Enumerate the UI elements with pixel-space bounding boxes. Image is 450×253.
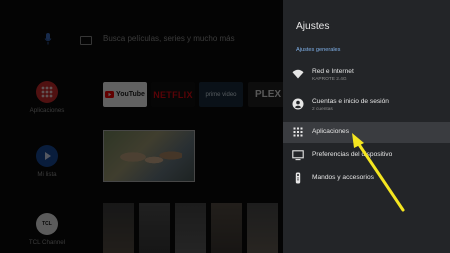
sidebar-label: Aplicaciones	[29, 107, 65, 114]
poster-thumbnail[interactable]	[247, 203, 278, 253]
poster-thumbnail[interactable]	[139, 203, 170, 253]
sidebar-item-tcl-channel[interactable]: TCL TCL Channel	[29, 213, 65, 246]
app-label: prime video	[205, 91, 237, 98]
settings-item-label: Cuentas e inicio de sesión	[312, 98, 389, 105]
featured-thumbnail[interactable]	[103, 130, 195, 182]
apps-grid-icon	[293, 127, 303, 137]
youtube-tile[interactable]: YouTube	[103, 82, 147, 107]
settings-item-accounts[interactable]: Cuentas e inicio de sesión 2 cuentas	[283, 94, 450, 115]
sidebar-item-apps[interactable]: Aplicaciones	[30, 81, 64, 114]
settings-item-network[interactable]: Red e Internet KAPROTE 2.4G	[283, 64, 450, 85]
poster-thumbnail[interactable]	[175, 203, 206, 253]
app-label: PLEX	[254, 89, 282, 100]
account-icon	[292, 98, 304, 110]
poster-thumbnail[interactable]	[103, 203, 134, 253]
settings-item-device-preferences[interactable]: Preferencias del dispositivo	[283, 145, 450, 166]
settings-item-label: Preferencias del dispositivo	[312, 151, 393, 158]
settings-item-label: Mandos y accesorios	[312, 174, 374, 181]
add-to-list-icon	[36, 145, 58, 167]
settings-panel: Ajustes Ajustes generales Red e Internet…	[283, 0, 450, 253]
remote-icon	[295, 172, 301, 184]
settings-item-remotes-accessories[interactable]: Mandos y accesorios	[283, 168, 450, 189]
tcl-channel-icon: TCL	[36, 213, 58, 235]
home-screen: Busca películas, series y mucho más Apli…	[0, 0, 283, 253]
section-title: Ajustes generales	[296, 47, 341, 53]
settings-item-sublabel: KAPROTE 2.4G	[312, 77, 347, 82]
youtube-icon	[105, 91, 115, 98]
poster-thumbnail[interactable]	[211, 203, 242, 253]
settings-item-label: Aplicaciones	[312, 128, 350, 135]
settings-item-sublabel: 2 cuentas	[312, 107, 333, 112]
microphone-icon[interactable]	[44, 33, 52, 45]
settings-item-apps[interactable]: Aplicaciones	[283, 122, 450, 143]
prime-video-tile[interactable]: prime video	[199, 82, 243, 107]
settings-item-label: Red e Internet	[312, 68, 354, 75]
netflix-tile[interactable]: NETFLIX	[151, 82, 195, 107]
wifi-icon	[292, 69, 304, 79]
sidebar-label: Mi lista	[37, 171, 57, 178]
tv-icon	[292, 150, 304, 161]
plex-tile[interactable]: PLEX	[248, 82, 283, 107]
app-label: NETFLIX	[153, 89, 193, 100]
apps-grid-icon	[36, 81, 58, 103]
panel-title: Ajustes	[296, 21, 330, 32]
keyboard-icon[interactable]	[80, 36, 92, 45]
search-placeholder[interactable]: Busca películas, series y mucho más	[103, 34, 235, 43]
sidebar-item-my-list[interactable]: Mi lista	[30, 145, 64, 178]
sidebar-label: TCL Channel	[28, 239, 66, 246]
app-label: YouTube	[116, 91, 145, 98]
